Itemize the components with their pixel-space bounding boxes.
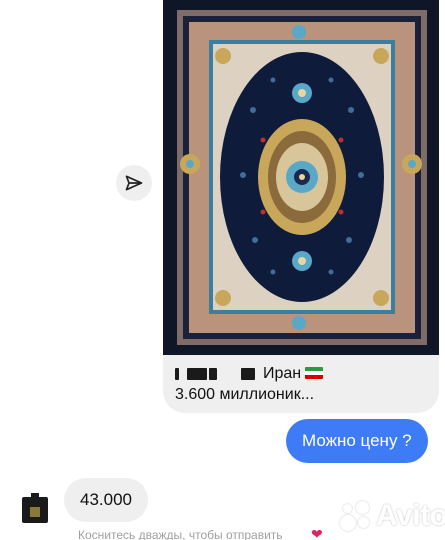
incoming-message-bubble[interactable]: 43.000 (64, 478, 148, 522)
redacted-text (187, 367, 207, 380)
outgoing-message-bubble[interactable]: Можно цену ? (286, 419, 428, 463)
caption-line-1: Иран (175, 363, 431, 384)
shared-post-card[interactable]: Иран 3.600 миллионик... (163, 0, 439, 413)
double-tap-hint: Коснитесь дважды, чтобы отправить (78, 528, 283, 540)
share-button[interactable] (116, 165, 152, 201)
avito-logo-icon (338, 499, 372, 533)
carpet-illustration (163, 0, 439, 355)
heart-icon[interactable]: ❤ (311, 526, 323, 540)
chat-thread: Иран 3.600 миллионик... Можно цену ? 43.… (0, 0, 445, 540)
avito-wordmark: Avito (376, 499, 445, 532)
avatar[interactable] (22, 493, 48, 523)
redacted-text (175, 367, 179, 380)
post-caption: Иран 3.600 миллионик... (175, 363, 431, 405)
caption-line-2: 3.600 миллионик... (175, 386, 315, 403)
avito-watermark: Avito (338, 498, 445, 534)
redacted-text (241, 367, 255, 380)
post-image[interactable] (163, 0, 439, 355)
iran-flag-icon (305, 367, 324, 379)
paper-plane-icon (125, 175, 143, 191)
redacted-text (209, 367, 217, 380)
caption-country: Иран (263, 365, 302, 382)
